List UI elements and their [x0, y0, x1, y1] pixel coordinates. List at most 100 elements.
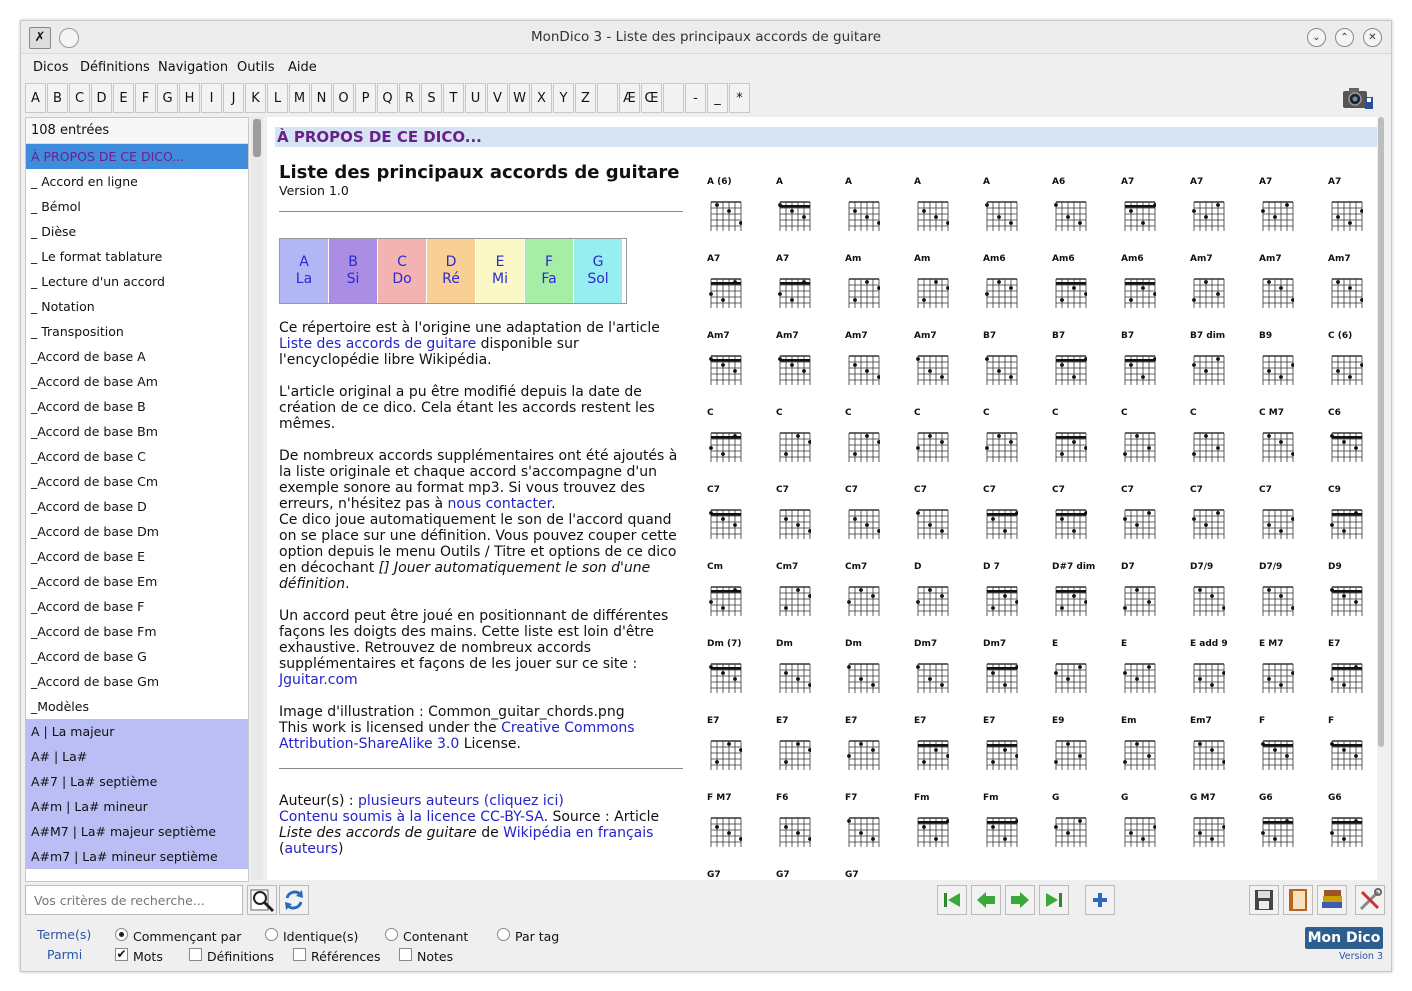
letter-button[interactable]: Q — [377, 83, 398, 113]
check-words[interactable]: ✔ — [115, 948, 128, 961]
list-item[interactable]: À PROPOS DE CE DICO... — [26, 144, 248, 169]
list-item[interactable]: _ Lecture d'un accord — [26, 269, 248, 294]
list-item[interactable]: A#7 | La# septième — [26, 769, 248, 794]
letter-button[interactable]: C — [69, 83, 90, 113]
search-input[interactable] — [25, 885, 243, 915]
list-item[interactable]: _Accord de base Em — [26, 569, 248, 594]
list-item[interactable]: _ Notation — [26, 294, 248, 319]
sidebar-scrollbar[interactable] — [251, 117, 263, 880]
list-item[interactable]: _Accord de base D — [26, 494, 248, 519]
letter-button[interactable]: Œ — [641, 83, 662, 113]
letter-button[interactable]: B — [47, 83, 68, 113]
maximize-button[interactable]: ⌃ — [1335, 28, 1354, 47]
letter-button[interactable]: T — [443, 83, 464, 113]
check-definitions[interactable] — [189, 948, 202, 961]
letter-button[interactable]: P — [355, 83, 376, 113]
first-entry-button[interactable] — [937, 885, 967, 915]
menu-definitions[interactable]: Définitions — [80, 60, 150, 75]
last-entry-button[interactable] — [1039, 885, 1069, 915]
letter-button[interactable]: O — [333, 83, 354, 113]
minimize-button[interactable]: ⌄ — [1307, 28, 1326, 47]
letter-button[interactable]: V — [487, 83, 508, 113]
letter-button[interactable]: R — [399, 83, 420, 113]
letter-button[interactable]: L — [267, 83, 288, 113]
link-authors[interactable]: plusieurs auteurs (cliquez ici) — [358, 793, 564, 809]
list-item[interactable]: _ Accord en ligne — [26, 169, 248, 194]
letter-button[interactable]: A — [25, 83, 46, 113]
letter-button[interactable]: Æ — [619, 83, 640, 113]
list-item[interactable]: A#m | La# mineur — [26, 794, 248, 819]
letter-button[interactable]: I — [201, 83, 222, 113]
list-item[interactable]: _Accord de base Gm — [26, 669, 248, 694]
letter-button[interactable]: Z — [575, 83, 596, 113]
letter-button[interactable]: F — [135, 83, 156, 113]
list-item[interactable]: _Accord de base G — [26, 644, 248, 669]
list-item[interactable]: A#M7 | La# majeur septième — [26, 819, 248, 844]
letter-button[interactable]: E — [113, 83, 134, 113]
list-item[interactable]: _Accord de base Fm — [26, 619, 248, 644]
list-item[interactable]: _Accord de base Cm — [26, 469, 248, 494]
radio-identical[interactable] — [265, 928, 278, 941]
radio-containing[interactable] — [385, 928, 398, 941]
close-button[interactable]: ✕ — [1363, 28, 1382, 47]
letter-button[interactable]: N — [311, 83, 332, 113]
menu-dicos[interactable]: Dicos — [33, 60, 69, 75]
list-item[interactable]: _Modèles — [26, 694, 248, 719]
list-item[interactable]: A#m7 | La# mineur septième — [26, 844, 248, 869]
letter-button[interactable]: W — [509, 83, 530, 113]
save-button[interactable] — [1249, 885, 1279, 915]
list-item[interactable]: _ Dièse — [26, 219, 248, 244]
letter-button[interactable]: * — [729, 83, 750, 113]
check-notes[interactable] — [399, 948, 412, 961]
radio-starting-with[interactable] — [115, 928, 128, 941]
link-wikipedia-article[interactable]: Liste des accords de guitare — [279, 336, 476, 352]
letter-button[interactable]: - — [685, 83, 706, 113]
letter-button[interactable]: H — [179, 83, 200, 113]
search-button[interactable] — [247, 885, 277, 915]
letter-button[interactable]: _ — [707, 83, 728, 113]
list-item[interactable]: _Accord de base Dm — [26, 519, 248, 544]
letter-button[interactable]: X — [531, 83, 552, 113]
menu-navigation[interactable]: Navigation — [158, 60, 228, 75]
link-cc-by-sa[interactable]: Contenu soumis à la licence CC-BY-SA — [279, 809, 544, 825]
link-authors-list[interactable]: auteurs — [284, 841, 337, 857]
link-jguitar[interactable]: Jguitar.com — [279, 672, 358, 688]
list-item[interactable]: _ Bémol — [26, 194, 248, 219]
letter-button[interactable]: J — [223, 83, 244, 113]
list-item[interactable]: _Accord de base F — [26, 594, 248, 619]
letter-button[interactable] — [597, 83, 618, 113]
list-item[interactable]: A | La majeur — [26, 719, 248, 744]
list-item[interactable]: _Accord de base C — [26, 444, 248, 469]
list-item[interactable]: _Accord de base A — [26, 344, 248, 369]
letter-button[interactable]: S — [421, 83, 442, 113]
letter-button[interactable]: G — [157, 83, 178, 113]
link-contact[interactable]: nous contacter — [448, 496, 552, 512]
list-item[interactable]: _Accord de base Am — [26, 369, 248, 394]
letter-button[interactable]: Y — [553, 83, 574, 113]
letter-button[interactable]: U — [465, 83, 486, 113]
letter-button[interactable]: M — [289, 83, 310, 113]
list-item[interactable]: _Accord de base B — [26, 394, 248, 419]
letter-button[interactable]: K — [245, 83, 266, 113]
letter-button[interactable]: D — [91, 83, 112, 113]
letter-button[interactable] — [663, 83, 684, 113]
menu-aide[interactable]: Aide — [288, 60, 317, 75]
list-item[interactable]: _ Le format tablature — [26, 244, 248, 269]
open-dico-button[interactable] — [1283, 885, 1313, 915]
menu-outils[interactable]: Outils — [237, 60, 275, 75]
content-scrollbar[interactable] — [1377, 117, 1385, 880]
check-references[interactable] — [293, 948, 306, 961]
previous-entry-button[interactable] — [971, 885, 1001, 915]
next-entry-button[interactable] — [1005, 885, 1035, 915]
list-item[interactable]: _Accord de base Bm — [26, 419, 248, 444]
screenshot-camera-icon[interactable] — [1341, 85, 1373, 111]
tools-button[interactable] — [1355, 885, 1385, 915]
refresh-button[interactable] — [279, 885, 309, 915]
list-item[interactable]: A# | La# — [26, 744, 248, 769]
list-item[interactable]: _ Transposition — [26, 319, 248, 344]
radio-by-tag[interactable] — [497, 928, 510, 941]
link-wikipedia-fr[interactable]: Wikipédia en français — [503, 825, 653, 841]
dicos-library-button[interactable] — [1317, 885, 1347, 915]
list-item[interactable]: _Accord de base E — [26, 544, 248, 569]
add-entry-button[interactable] — [1085, 885, 1115, 915]
